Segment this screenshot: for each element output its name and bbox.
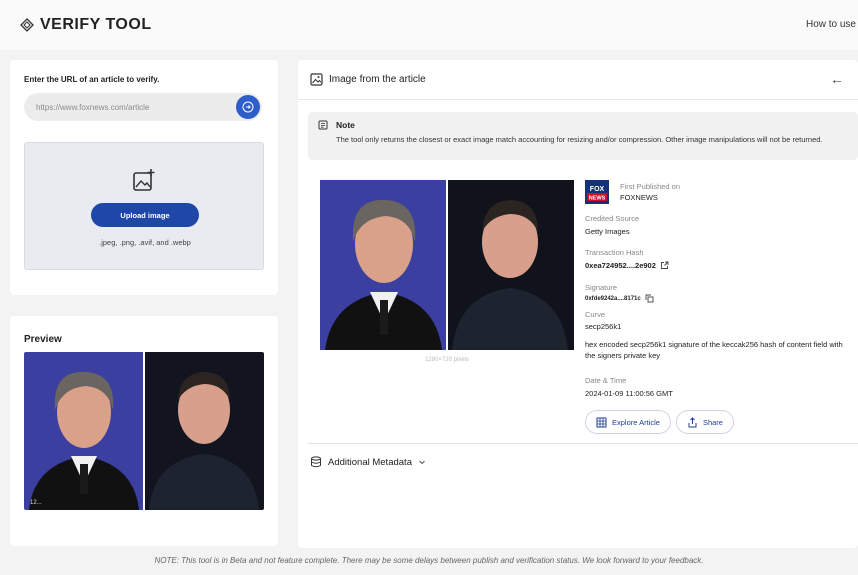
- preview-title: Preview: [24, 334, 62, 345]
- datetime-label: Date & Time: [585, 376, 627, 385]
- diamond-logo-icon: [20, 18, 34, 32]
- panel-header: Image from the article ←: [298, 60, 858, 100]
- share-label: Share: [702, 417, 723, 427]
- url-label: Enter the URL of an article to verify.: [24, 75, 160, 84]
- panel-title: Image from the article: [329, 74, 426, 85]
- tx-hash-label: Transaction Hash: [585, 248, 644, 257]
- note-text: The tool only returns the closest or exa…: [336, 135, 823, 144]
- credited-source-value: Getty Images: [585, 227, 630, 236]
- result-panel: Image from the article ← Note The tool o…: [298, 60, 858, 548]
- chevron-down-icon: [419, 460, 425, 465]
- note-box: Note The tool only returns the closest o…: [308, 112, 858, 160]
- how-to-use-link[interactable]: How to use: [806, 19, 856, 30]
- image-icon: [310, 73, 323, 86]
- curve-value: secp256k1: [585, 322, 622, 331]
- verify-input-card: Enter the URL of an article to verify. U…: [10, 60, 278, 295]
- grid-icon: [596, 417, 607, 427]
- database-icon: [311, 456, 321, 468]
- first-published-value: FOXNEWS: [620, 193, 658, 202]
- fox-logo-text-bottom: NEWS: [589, 196, 606, 202]
- copy-icon[interactable]: [645, 294, 654, 303]
- submit-url-button[interactable]: [236, 95, 260, 119]
- external-link-icon[interactable]: [660, 261, 669, 270]
- fox-logo-text-top: FOX: [590, 186, 605, 193]
- curve-description: hex encoded secp256k1 signature of the k…: [585, 340, 843, 360]
- action-buttons: Explore Article Share: [585, 410, 734, 434]
- logo[interactable]: VERIFY TOOL: [20, 16, 152, 34]
- add-image-icon: [133, 169, 155, 191]
- additional-metadata-toggle[interactable]: Additional Metadata: [310, 456, 426, 468]
- url-input[interactable]: [24, 93, 262, 121]
- explore-article-label: Explore Article: [612, 417, 660, 427]
- share-button[interactable]: Share: [675, 410, 734, 434]
- signature-value: 0xfde9242a....8171c: [585, 295, 641, 302]
- share-icon: [688, 416, 697, 427]
- preview-image: 12...: [24, 352, 264, 510]
- footer-note: NOTE: This tool is in Beta and not featu…: [154, 556, 704, 565]
- supported-formats: .jpeg, .png, .avif, and .webp: [99, 238, 191, 247]
- credited-source-label: Credited Source: [585, 214, 640, 223]
- article-image: [320, 180, 574, 350]
- note-title: Note: [336, 120, 355, 130]
- tx-hash-row[interactable]: 0xea724952....2e902: [585, 261, 669, 270]
- fox-news-logo: FOX NEWS: [585, 180, 609, 204]
- image-dimensions: 1280×720 pixels: [425, 357, 469, 363]
- datetime-value: 2024-01-09 11:00:56 GMT: [585, 389, 673, 398]
- app-title: VERIFY TOOL: [40, 16, 152, 33]
- signature-row[interactable]: 0xfde9242a....8171c: [585, 294, 654, 303]
- additional-metadata-label: Additional Metadata: [328, 456, 412, 468]
- preview-card: Preview 12...: [10, 316, 278, 546]
- section-divider: [308, 443, 858, 444]
- curve-label: Curve: [585, 310, 606, 319]
- arrow-right-icon: [242, 101, 254, 113]
- image-drop-zone[interactable]: Upload image .jpeg, .png, .avif, and .we…: [24, 142, 264, 270]
- signature-label: Signature: [585, 283, 618, 292]
- explore-article-button[interactable]: Explore Article: [585, 410, 671, 434]
- note-icon: [318, 120, 328, 130]
- preview-caption: 12...: [30, 500, 42, 506]
- app-header: VERIFY TOOL How to use: [0, 0, 858, 50]
- tx-hash-value[interactable]: 0xea724952....2e902: [585, 261, 656, 270]
- first-published-label: First Published on: [620, 182, 681, 191]
- upload-image-button[interactable]: Upload image: [91, 203, 199, 227]
- back-arrow-icon[interactable]: ←: [830, 71, 844, 87]
